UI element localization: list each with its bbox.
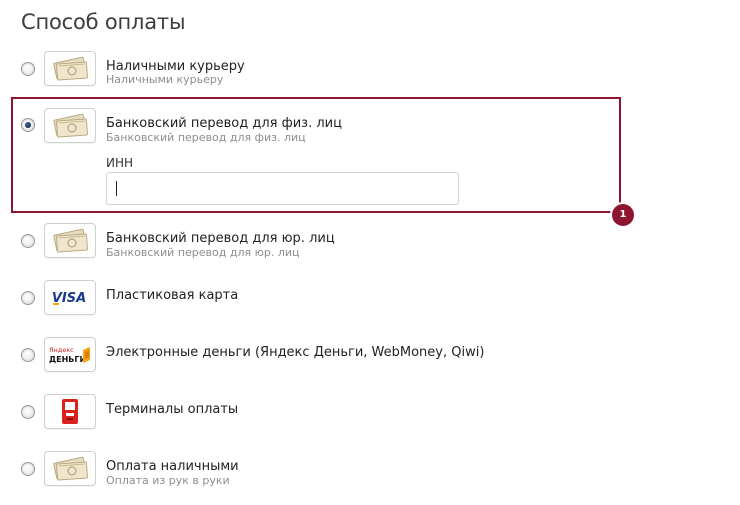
payment-option-courier-cash[interactable]: Наличными курьеру Наличными курьеру [0, 50, 740, 90]
payment-description: Оплата из рук в руки [106, 474, 230, 487]
payment-option-bank-individual[interactable]: Банковский перевод для физ. лиц Банковск… [0, 107, 740, 147]
page-title: Способ оплаты [21, 10, 186, 34]
payment-description: Банковский перевод для юр. лиц [106, 246, 300, 259]
payment-option-card[interactable]: VISA Пластиковая карта [0, 279, 740, 319]
payment-name: Пластиковая карта [106, 288, 239, 303]
svg-text:ДЕНЬГИ: ДЕНЬГИ [49, 355, 86, 364]
payment-option-bank-legal[interactable]: Банковский перевод для юр. лиц Банковски… [0, 222, 740, 262]
terminal-icon [44, 394, 96, 429]
cash-icon [44, 108, 96, 143]
radio-button[interactable] [21, 462, 35, 476]
text-caret [116, 181, 117, 196]
svg-text:Яндекс: Яндекс [49, 346, 74, 354]
payment-name: Электронные деньги (Яндекс Деньги, WebMo… [106, 345, 485, 360]
inn-label: ИНН [106, 156, 134, 170]
payment-option-cash[interactable]: Оплата наличными Оплата из рук в руки [0, 450, 740, 490]
inn-input[interactable] [106, 172, 459, 205]
radio-button[interactable] [21, 62, 35, 76]
radio-button-selected[interactable] [21, 118, 35, 132]
cash-icon [44, 223, 96, 258]
visa-icon: VISA [44, 280, 96, 315]
radio-button[interactable] [21, 291, 35, 305]
yandex-money-icon: Яндекс ДЕНЬГИ [44, 337, 96, 372]
cash-icon [44, 51, 96, 86]
payment-name: Банковский перевод для физ. лиц [106, 116, 342, 131]
payment-name: Наличными курьеру [106, 59, 245, 74]
cash-icon [44, 451, 96, 486]
payment-name: Банковский перевод для юр. лиц [106, 231, 335, 246]
payment-name: Оплата наличными [106, 459, 239, 474]
payment-description: Банковский перевод для физ. лиц [106, 131, 306, 144]
radio-button[interactable] [21, 234, 35, 248]
payment-description: Наличными курьеру [106, 73, 224, 86]
payment-option-terminal[interactable]: Терминалы оплаты [0, 393, 740, 433]
payment-name: Терминалы оплаты [106, 402, 239, 417]
radio-button[interactable] [21, 348, 35, 362]
payment-option-emoney[interactable]: Яндекс ДЕНЬГИ Электронные деньги (Яндекс… [0, 336, 740, 376]
radio-button[interactable] [21, 405, 35, 419]
